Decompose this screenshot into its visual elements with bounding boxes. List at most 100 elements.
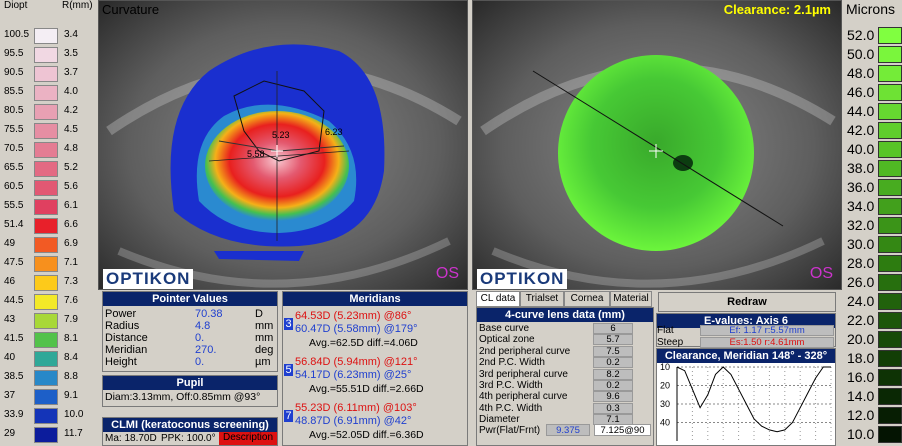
lens-value-field[interactable]: 6 <box>593 323 633 334</box>
meridian-number: 5 <box>284 364 293 376</box>
micron-value: 42.0 <box>847 122 875 138</box>
curvature-map-image[interactable] <box>99 1 468 290</box>
clearance-chart-title: Clearance, Meridian 148° - 328° <box>657 349 835 363</box>
color-swatch <box>34 275 58 291</box>
lens-row: 2nd peripheral curve 7.5 <box>479 345 654 358</box>
color-swatch <box>34 47 58 63</box>
pointer-value: 70.38 <box>195 308 223 320</box>
description-button[interactable]: Description <box>219 432 277 445</box>
diopter-value: 46 <box>4 276 16 287</box>
meridian-steep: 56.84D (5.94mm) @121° <box>295 356 418 368</box>
color-swatch <box>878 426 902 443</box>
clearance-chart[interactable]: 40 30 20 10 <box>657 363 835 445</box>
map-label-1: 5.23 <box>272 130 290 140</box>
color-swatch <box>34 161 58 177</box>
lens-label: Diameter <box>479 414 520 426</box>
power-label: Pwr(Flat/Frnt) <box>479 425 541 436</box>
steep-value: Es:1.50 r:4.61mm <box>700 337 834 348</box>
diopter-value: 49 <box>4 238 16 249</box>
radius-value: 8.1 <box>64 333 78 344</box>
meridian-average: Avg.=55.51D diff.=2.66D <box>309 383 424 395</box>
lens-value-field[interactable]: 0.3 <box>593 402 633 414</box>
color-swatch <box>878 274 902 291</box>
scale-row: 18.0 <box>844 349 902 368</box>
color-swatch <box>878 84 902 101</box>
lens-value-field[interactable]: 0.2 <box>593 380 633 391</box>
micron-value: 30.0 <box>847 236 875 252</box>
scale-row: 95.5 3.5 <box>0 45 97 64</box>
color-swatch <box>878 141 902 158</box>
micron-value: 24.0 <box>847 293 875 309</box>
color-swatch <box>34 142 58 158</box>
power-front-field[interactable]: 7.125@90 <box>594 424 651 436</box>
diopt-header: Diopt <box>4 0 28 11</box>
lens-value-field[interactable]: 7.5 <box>593 345 633 357</box>
curvature-map-panel[interactable]: Curvature 5.23 5.58 6.23 OS OPTIKON <box>98 0 468 290</box>
diopter-value: 95.5 <box>4 48 24 59</box>
lens-value-field[interactable]: 8.2 <box>593 368 633 380</box>
scale-row: 100.5 3.4 <box>0 26 97 45</box>
clearance-map-image[interactable] <box>473 1 842 290</box>
clmi-ppk: PPK: 100.0° <box>161 433 216 444</box>
color-swatch <box>34 104 58 120</box>
diopter-value: 80.5 <box>4 105 24 116</box>
power-flat-field[interactable]: 9.375 <box>546 424 590 436</box>
diopter-value: 44.5 <box>4 295 24 306</box>
color-swatch <box>878 407 902 424</box>
micron-value: 26.0 <box>847 274 875 290</box>
lens-row: Optical zone 5.7 <box>479 334 654 346</box>
scale-row: 85.5 4.0 <box>0 83 97 102</box>
curvature-title: Curvature <box>102 2 160 17</box>
color-swatch <box>34 28 58 44</box>
color-swatch <box>34 237 58 253</box>
color-swatch <box>34 351 58 367</box>
radius-value: 6.9 <box>64 238 78 249</box>
map-label-3: 6.23 <box>325 127 343 137</box>
meridians-panel: Meridians 3 64.53D (5.23mm) @86° 60.47D (5… <box>282 291 468 446</box>
scale-row: 46.0 <box>844 83 902 102</box>
color-swatch <box>34 313 58 329</box>
color-swatch <box>34 218 58 234</box>
meridians-title: Meridians <box>283 292 467 306</box>
color-swatch <box>878 388 902 405</box>
meridian-number: 3 <box>284 318 293 330</box>
meridian-flat: 48.87D (6.91mm) @42° <box>295 415 412 427</box>
lens-row: 3rd peripheral curve 8.2 <box>479 368 654 381</box>
micron-value: 48.0 <box>847 65 875 81</box>
lens-row: 3rd P.C. Width 0.2 <box>479 380 654 392</box>
lens-label: Optical zone <box>479 334 535 346</box>
meridian-steep: 55.23D (6.11mm) @103° <box>295 402 417 414</box>
eye-label-left: OS <box>435 265 459 282</box>
color-swatch <box>34 427 58 443</box>
tab-trialset[interactable]: Trialset <box>520 291 564 307</box>
tab-material[interactable]: Material <box>610 291 652 307</box>
lens-value-field[interactable]: 0.2 <box>593 357 633 369</box>
pointer-label: Height <box>105 356 137 368</box>
color-swatch <box>878 160 902 177</box>
tab-cornea[interactable]: Cornea <box>564 291 610 307</box>
meridian-average: Avg.=62.5D diff.=4.06D <box>309 337 418 349</box>
flat-label: Flat <box>657 325 674 336</box>
tab-cl-data[interactable]: CL data <box>476 291 520 307</box>
scale-row: 70.5 4.8 <box>0 140 97 159</box>
redraw-button[interactable]: Redraw <box>658 292 836 312</box>
lens-value-field[interactable]: 5.7 <box>593 334 633 346</box>
scale-row: 30.0 <box>844 235 902 254</box>
lens-value-field[interactable]: 9.6 <box>593 391 633 403</box>
micron-value: 44.0 <box>847 103 875 119</box>
eye-label-right: OS <box>809 265 833 282</box>
scale-row: 48.0 <box>844 64 902 83</box>
chart-y-tick: 20 <box>660 381 670 391</box>
meridian-average: Avg.=52.05D diff.=6.36D <box>309 429 424 441</box>
scale-row: 75.5 4.5 <box>0 121 97 140</box>
radius-value: 9.1 <box>64 390 78 401</box>
clearance-map-panel[interactable]: Clearance: 2.1µm OS OPTIKON <box>472 0 842 290</box>
app-window: { "left_scale": { "header_diopt": "Diopt… <box>0 0 902 446</box>
color-swatch <box>878 122 902 139</box>
color-swatch <box>34 180 58 196</box>
scale-row: 40 8.4 <box>0 349 97 368</box>
clearance-chart-panel[interactable]: Clearance, Meridian 148° - 328° 40 30 20 10 <box>656 348 836 446</box>
scale-row: 90.5 3.7 <box>0 64 97 83</box>
scale-row: 47.5 7.1 <box>0 254 97 273</box>
color-swatch <box>34 66 58 82</box>
